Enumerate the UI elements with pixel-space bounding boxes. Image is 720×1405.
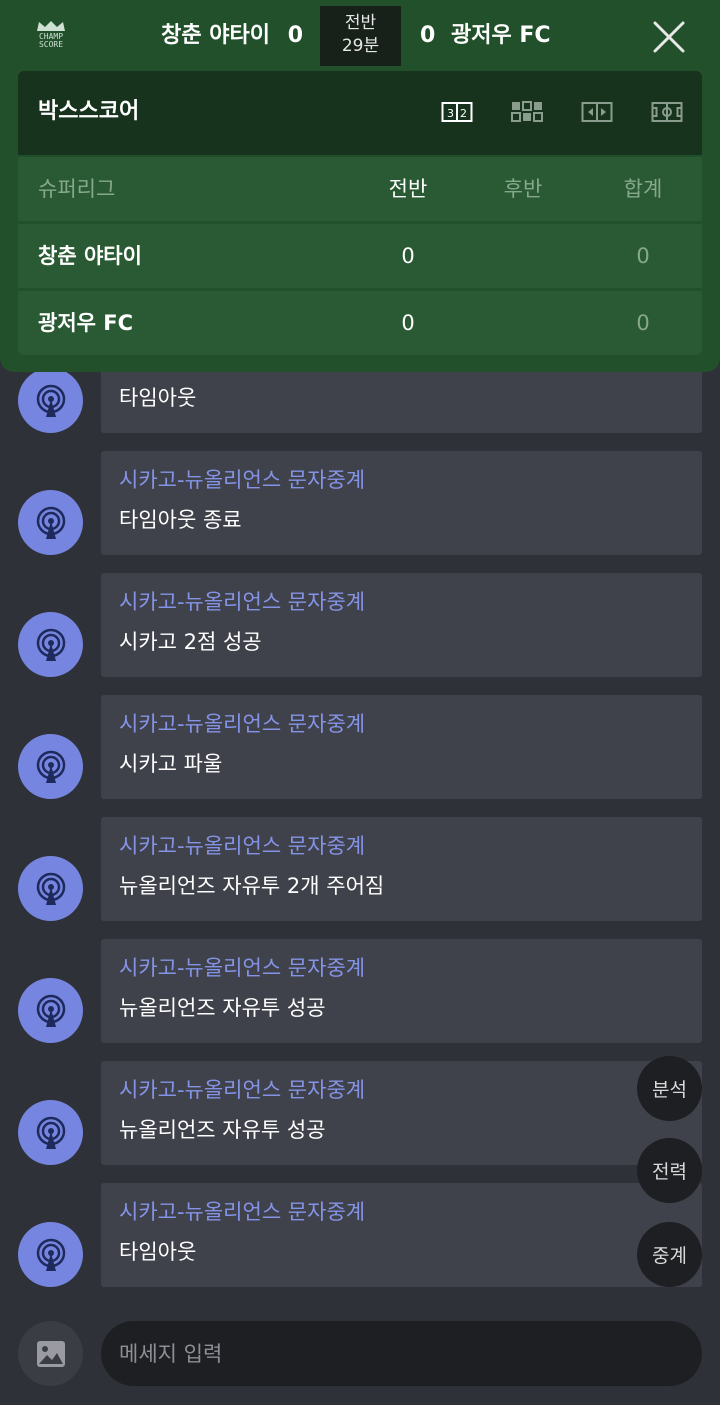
lineup-grid-icon[interactable] [511,99,543,125]
match-clock: 전반 29분 [320,6,401,66]
match-period: 전반 [344,13,377,33]
avatar[interactable] [18,978,83,1043]
scoreboard-view-icon[interactable]: 3 2 [441,99,473,125]
close-icon [653,21,685,53]
boxscore-header: 박스스코어 3 2 [18,71,702,155]
message-sender: 시카고-뉴올리언스 문자중계 [119,1200,366,1224]
home-team-name: 창춘 야타이 [161,23,271,48]
logo-text-bottom: SCORE [38,40,64,49]
home-team: 창춘 야타이 0 [161,20,303,52]
column-first-half[interactable]: 전반 [373,157,443,221]
avatar[interactable] [18,1100,83,1165]
crown-icon [37,21,65,31]
chat-message: 시카고-뉴올리언스 문자중계 시카고 파울 [0,695,720,799]
attach-photo-button[interactable] [18,1321,83,1386]
chat-message: 시카고-뉴올리언스 문자중계 시카고 2점 성공 [0,573,720,677]
compare-view-icon[interactable] [581,99,613,125]
message-sender: 시카고-뉴올리언스 문자중계 [119,712,366,736]
svg-text:2: 2 [460,107,467,120]
avatar[interactable] [18,612,83,677]
broadcast-icon [36,994,65,1027]
message-sender: 시카고-뉴올리언스 문자중계 [119,1078,366,1102]
message-sender: 시카고-뉴올리언스 문자중계 [119,468,366,492]
score-topbar: CHAMP SCORE 창춘 야타이 0 전반 29분 0 광저우 FC [0,0,720,72]
broadcast-icon [36,1116,65,1149]
message-bubble: 시카고-뉴올리언스 문자중계 뉴올리언즈 자유투 성공 [101,1061,702,1165]
record-button[interactable]: 전력 [637,1138,702,1203]
message-bubble: 시카고-뉴올리언스 문자중계 시카고 파울 [101,695,702,799]
svg-text:3: 3 [447,107,454,120]
avatar[interactable] [18,490,83,555]
row-team-name: 광저우 FC [38,311,134,335]
boxscore-column-header: 슈퍼리그 전반 후반 합계 [18,157,702,221]
image-icon [36,1340,65,1367]
message-bubble: 시카고-뉴올리언스 문자중계 뉴올리언즈 자유투 성공 [101,939,702,1043]
message-text: 뉴올리언즈 자유투 성공 [119,996,326,1020]
row-team-name: 창춘 야타이 [38,244,142,268]
chat-message: 시카고-뉴올리언스 문자중계 뉴올리언즈 자유투 성공 [0,939,720,1043]
league-name: 슈퍼리그 [38,177,116,201]
score-panel: CHAMP SCORE 창춘 야타이 0 전반 29분 0 광저우 FC 박스스… [0,0,720,372]
broadcast-icon [36,750,65,783]
broadcast-icon [36,506,65,539]
message-sender: 시카고-뉴올리언스 문자중계 [119,956,366,980]
message-text: 시카고 파울 [119,752,223,776]
boxscore-row-home: 창춘 야타이 0 0 [18,224,702,288]
broadcast-icon [36,1238,65,1271]
broadcast-icon [36,628,65,661]
message-sender: 시카고-뉴올리언스 문자중계 [119,834,366,858]
chat-message: 시카고-뉴올리언스 문자중계 뉴올리언즈 자유투 성공 [0,1061,720,1165]
avatar[interactable] [18,734,83,799]
message-bubble: 시카고-뉴올리언스 문자중계 시카고 2점 성공 [101,573,702,677]
message-text: 뉴올리언즈 자유투 성공 [119,1118,326,1142]
chat-message: 시카고-뉴올리언스 문자중계 뉴올리언즈 자유투 2개 주어짐 [0,817,720,921]
home-score: 0 [287,23,303,48]
broadcast-icon [36,384,65,417]
message-sender: 시카고-뉴올리언스 문자중계 [119,590,366,614]
boxscore-row-away: 광저우 FC 0 0 [18,291,702,355]
away-team: 0 광저우 FC [420,20,551,52]
avatar[interactable] [18,368,83,433]
chat-message: 시카고-뉴올리언스 문자중계 타임아웃 [0,1183,720,1287]
row-total: 0 [636,244,650,268]
close-button[interactable] [650,18,688,56]
row-first-half: 0 [401,311,415,335]
column-second-half[interactable]: 후반 [488,157,558,221]
message-text: 타임아웃 종료 [119,508,242,532]
message-text: 뉴올리언즈 자유투 2개 주어짐 [119,874,385,898]
avatar[interactable] [18,1222,83,1287]
away-score: 0 [420,23,436,48]
boxscore-title: 박스스코어 [38,99,140,124]
row-total: 0 [636,311,650,335]
message-bubble: 시카고-뉴올리언스 문자중계 타임아웃 종료 [101,451,702,555]
message-text: 타임아웃 [119,1240,197,1264]
broadcast-button[interactable]: 중계 [637,1222,702,1287]
message-bubble: 시카고-뉴올리언스 문자중계 뉴올리언즈 자유투 2개 주어짐 [101,817,702,921]
field-view-icon[interactable] [651,99,683,125]
champscore-logo: CHAMP SCORE [34,20,68,54]
avatar[interactable] [18,856,83,921]
row-first-half: 0 [401,244,415,268]
away-team-name: 광저우 FC [450,23,551,48]
message-input[interactable] [101,1321,702,1386]
column-total[interactable]: 합계 [608,157,678,221]
message-text: 타임아웃 [119,386,197,410]
match-minute: 29분 [341,36,380,56]
broadcast-icon [36,872,65,905]
analysis-button[interactable]: 분석 [637,1056,702,1121]
chat-message: 시카고-뉴올리언스 문자중계 타임아웃 종료 [0,451,720,555]
message-bubble: 시카고-뉴올리언스 문자중계 타임아웃 [101,1183,702,1287]
message-text: 시카고 2점 성공 [119,630,262,654]
